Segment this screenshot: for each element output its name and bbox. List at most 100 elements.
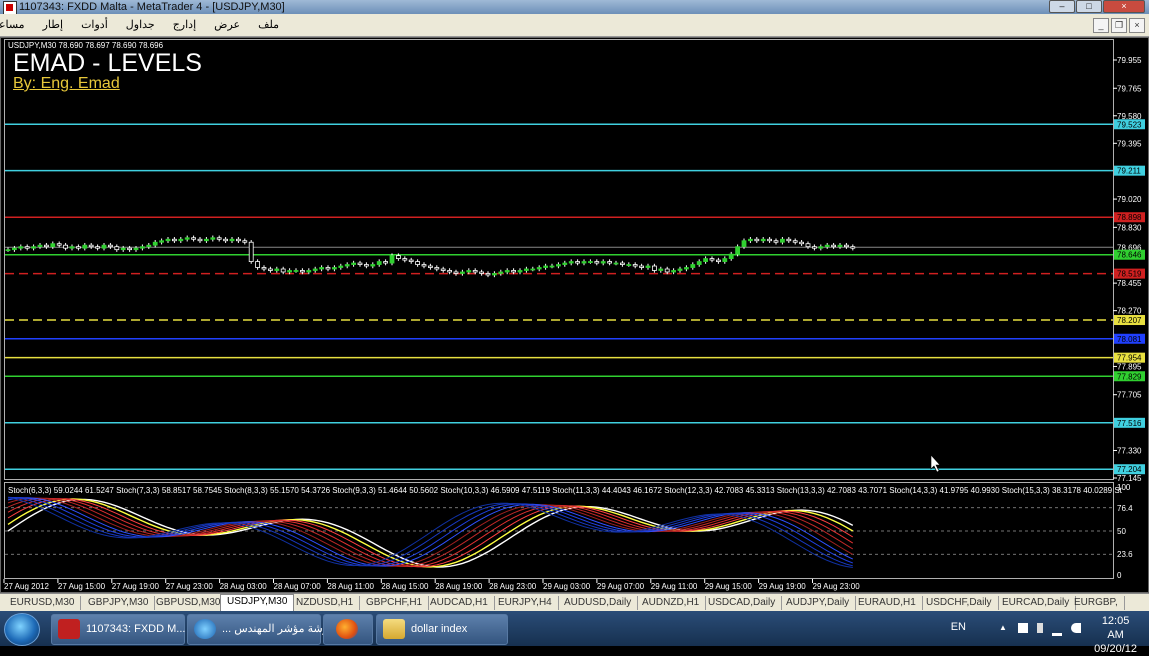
symbol-tabs: EURUSD,M30 GBPJPY,M30 GBPUSD,M30 USDJPY,M30… <box>0 593 1149 612</box>
candle-body <box>191 237 197 240</box>
candle-body <box>722 258 728 262</box>
candle-body <box>626 264 632 266</box>
time-tick-label: 28 Aug 23:00 <box>489 582 537 591</box>
candle-body <box>466 270 472 273</box>
candle-body <box>44 244 49 248</box>
symbol-tab-0[interactable]: EURUSD,M30 <box>4 596 82 610</box>
symbol-tab-15[interactable]: EURGBP, <box>1068 596 1125 610</box>
candle-body <box>31 246 37 249</box>
symbol-tab-4[interactable]: NZDUSD,H1 <box>290 596 361 610</box>
symbol-tab-12[interactable]: EURAUD,H1 <box>852 596 923 610</box>
candle-body <box>331 267 337 270</box>
symbol-tab-14[interactable]: EURCAD,Daily <box>996 596 1077 610</box>
candle-body <box>235 238 241 242</box>
price-tick-label: 79.765 <box>1117 84 1142 93</box>
candle-body <box>639 265 644 268</box>
level-tag-label: 78.207 <box>1117 316 1142 325</box>
candle-body <box>658 268 664 271</box>
candle-body <box>210 237 216 240</box>
taskbar-button-mt4[interactable]: 1107343: FXDD M... <box>51 614 185 645</box>
candle-body <box>735 246 740 255</box>
stoch-tick-label: 100 <box>1117 483 1131 492</box>
price-tick-label: 79.020 <box>1117 195 1142 204</box>
candle-body <box>594 261 600 264</box>
candle-body <box>677 268 683 271</box>
taskbar-button-firefox[interactable] <box>323 614 373 645</box>
candle-body <box>133 247 139 251</box>
symbol-tab-8[interactable]: AUDUSD,Daily <box>558 596 639 610</box>
candle-body <box>728 253 734 259</box>
candle-body <box>671 270 676 273</box>
candle-body <box>427 265 433 268</box>
language-indicator[interactable]: EN <box>951 621 966 633</box>
candle-body <box>261 267 267 270</box>
taskbar-button-ie[interactable]: ... ورشة مؤشر المهندس <box>187 614 333 645</box>
candle-body <box>620 262 625 265</box>
symbol-tab-7[interactable]: EURJPY,H4 <box>492 596 559 610</box>
candle-body <box>395 255 401 259</box>
time-tick-label: 27 Aug 23:00 <box>166 582 214 591</box>
candle-body <box>11 247 17 251</box>
candle-body <box>703 258 708 262</box>
candle-body <box>344 264 350 267</box>
symbol-tab-13[interactable]: USDCHF,Daily <box>920 596 999 610</box>
candle-body <box>242 240 248 243</box>
candle-body <box>556 264 561 267</box>
time-tick-label: 28 Aug 11:00 <box>327 582 374 591</box>
symbol-tab-3[interactable]: USDJPY,M30 <box>220 594 295 612</box>
symbol-tab-5[interactable]: GBPCHF,H1 <box>360 596 430 610</box>
volume-icon[interactable] <box>1071 623 1081 633</box>
symbol-tab-9[interactable]: AUDNZD,H1 <box>636 596 707 610</box>
candle-body <box>568 261 574 264</box>
battery-icon[interactable] <box>1037 623 1043 633</box>
candle-body <box>127 247 132 251</box>
candle-body <box>146 244 152 248</box>
symbol-tab-1[interactable]: GBPJPY,M30 <box>82 596 156 610</box>
candle-body <box>491 273 497 276</box>
price-tick-label: 79.395 <box>1117 139 1142 148</box>
show-hidden-icon[interactable]: ▲ <box>999 623 1009 633</box>
price-tick-label: 77.145 <box>1117 474 1142 483</box>
clock-time: 12:05 AM <box>1101 615 1130 641</box>
candle-body <box>517 270 523 273</box>
start-button[interactable] <box>4 613 40 646</box>
candle-body <box>447 270 453 273</box>
symbol-tab-6[interactable]: AUDCAD,H1 <box>424 596 495 610</box>
time-tick-label: 29 Aug 19:00 <box>759 582 807 591</box>
candle-body <box>287 270 293 273</box>
price-tick-label: 78.455 <box>1117 279 1142 288</box>
price-tick-label: 77.705 <box>1117 391 1142 400</box>
network-icon[interactable] <box>1052 623 1062 636</box>
candle-body <box>773 240 779 243</box>
candle-body <box>440 268 446 271</box>
price-tick-label: 77.895 <box>1117 362 1142 371</box>
candle-body <box>530 268 536 271</box>
action-center-icon[interactable] <box>1018 623 1028 633</box>
candle-body <box>645 265 651 268</box>
taskbar-button-folder[interactable]: dollar index <box>376 614 508 645</box>
clock[interactable]: 12:05 AM 09/20/12 <box>1094 614 1137 656</box>
firefox-icon <box>336 619 358 639</box>
ie-icon <box>194 619 216 639</box>
candle-body <box>664 268 670 273</box>
price-tick-label: 78.270 <box>1117 307 1142 316</box>
candle-body <box>229 238 235 242</box>
price-tick-label: 77.330 <box>1117 446 1142 455</box>
candle-body <box>76 246 81 249</box>
level-tag-label: 79.211 <box>1117 167 1141 176</box>
candle-body <box>479 271 485 274</box>
time-tick-label: 27 Aug 19:00 <box>112 582 160 591</box>
symbol-tab-2[interactable]: GBPUSD,M30 <box>150 596 228 610</box>
candle-body <box>50 243 56 248</box>
candle-body <box>203 238 209 242</box>
symbol-tab-11[interactable]: AUDJPY,Daily <box>780 596 857 610</box>
candle-body <box>581 261 587 264</box>
candle-body <box>588 261 593 263</box>
candle-body <box>306 270 312 273</box>
candle-body <box>421 264 427 267</box>
candle-body <box>831 244 836 248</box>
candle-body <box>88 244 94 248</box>
candle-body <box>652 265 657 271</box>
stoch-tick-label: 50 <box>1117 527 1126 536</box>
symbol-tab-10[interactable]: USDCAD,Daily <box>702 596 783 610</box>
